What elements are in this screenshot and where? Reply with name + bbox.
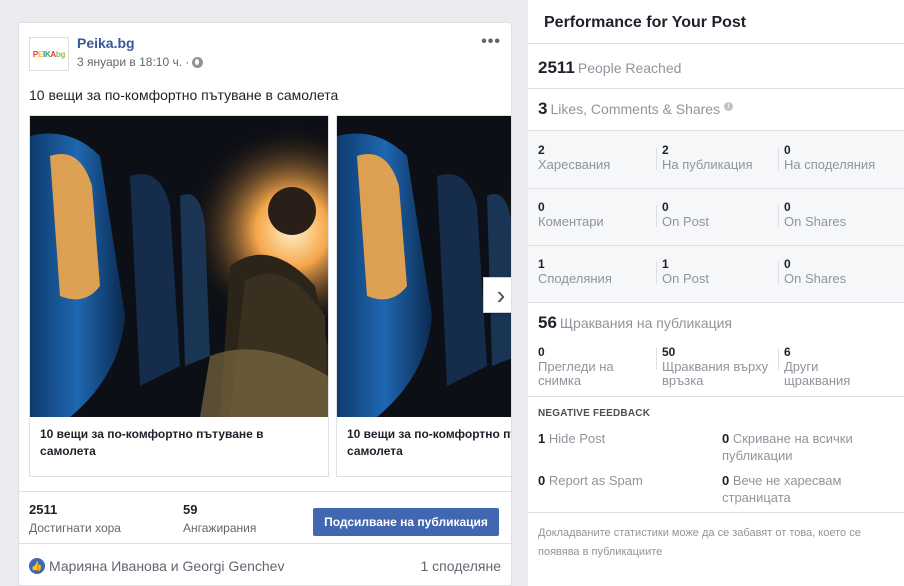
engagements-stat: 59 Ангажирания [183, 502, 256, 535]
comments-on-post: 0 On Post [662, 200, 709, 229]
post-clicks-value: 56 [538, 313, 557, 332]
post-meta: 3 януари в 18:10 ч. · [77, 55, 204, 69]
post-stats-row: 2511 Достигнати хора 59 Ангажирания Подс… [19, 491, 511, 543]
divider [528, 396, 904, 397]
engagements-value: 59 [183, 502, 198, 517]
likes-on-post: 2 На публикация [662, 143, 753, 172]
divider [528, 88, 904, 89]
reached-label: Достигнати хора [29, 521, 121, 535]
carousel: 10 вещи за по-комфортно пътуване в самол… [29, 115, 511, 477]
other-clicks: 6 Други щраквания [784, 345, 851, 388]
shares-on-post: 1 On Post [662, 257, 709, 286]
divider [528, 512, 904, 513]
negative-feedback-title: NEGATIVE FEEDBACK [538, 408, 651, 419]
post-clicks: 56 Щраквания на публикация [538, 313, 732, 333]
page-avatar[interactable]: P E I K Abg [29, 37, 69, 71]
comments-total: 0 Коментари [538, 200, 604, 229]
carousel-image[interactable] [30, 116, 328, 417]
engagements-label: Ангажирания [183, 521, 257, 535]
boost-post-button[interactable]: Подсилване на публикация [313, 508, 499, 536]
chevron-right-icon: › [496, 280, 506, 310]
carousel-card-title[interactable]: 10 вещи за по-комфортно пътуване в самол… [40, 426, 320, 460]
lcs-value: 3 [538, 99, 548, 118]
performance-title: Performance for Your Post [544, 14, 747, 31]
reactions-row: 👍 Марияна Иванова и Georgi Genchev 1 спо… [19, 543, 511, 585]
post-card: P E I K Abg Peika.bg 3 януари в 18:10 ч. · •… [18, 22, 512, 586]
post-clicks-label: Щраквания на публикация [559, 315, 732, 331]
divider [528, 302, 904, 303]
photo-views: 0 Прегледи на снимка [538, 345, 614, 388]
post-timestamp[interactable]: 3 януари в 18:10 ч. · [77, 55, 189, 69]
people-reached-label: People Reached [577, 60, 682, 76]
carousel-image[interactable] [337, 116, 511, 417]
post-header: P E I K Abg Peika.bg 3 януари в 18:10 ч. · •… [29, 33, 503, 77]
likes-total: 2 Харесвания [538, 143, 611, 172]
like-reaction-icon: 👍 [29, 558, 45, 574]
globe-icon [192, 56, 204, 68]
more-options-icon[interactable]: ••• [481, 33, 501, 51]
report-spam-stat: 0 Report as Spam [538, 473, 643, 488]
carousel-card[interactable]: 10 вещи за по-комфортно пътуване в самол… [29, 115, 329, 477]
divider [528, 43, 904, 44]
people-reached: 2511 People Reached [538, 58, 681, 78]
unlike-page-stat: 0 Вече не харесвам страницата [722, 473, 842, 505]
shares-count-link[interactable]: 1 споделяне [421, 558, 502, 574]
link-clicks: 50 Щраквания върху връзка [662, 345, 769, 388]
lcs-label: Likes, Comments & Shares [550, 101, 721, 117]
reached-stat: 2511 Достигнати хора [29, 502, 121, 535]
hide-all-stat: 0 Скриване на всички публикации [722, 431, 853, 463]
people-reached-value: 2511 [538, 58, 575, 77]
shares-on-shares: 0 On Shares [784, 257, 847, 286]
reactors-link[interactable]: Марияна Иванова и Georgi Genchev [49, 558, 284, 574]
post-text: 10 вещи за по-комфортно пътуване в самол… [29, 87, 339, 103]
hide-post-stat: 1 Hide Post [538, 431, 606, 446]
reached-value: 2511 [29, 502, 58, 517]
likes-comments-shares: 3 Likes, Comments & Shares i [538, 99, 733, 119]
carousel-next-button[interactable]: › [483, 277, 511, 313]
performance-panel: Performance for Your Post 2511 People Rea… [528, 0, 904, 586]
carousel-card-title[interactable]: 10 вещи за по-комфортно пътуване в самол… [347, 426, 511, 460]
likes-on-shares: 0 На споделяния [784, 143, 876, 172]
comments-on-shares: 0 On Shares [784, 200, 847, 229]
stats-footnote: Докладваните статистики може да се забав… [538, 527, 861, 558]
page-name-link[interactable]: Peika.bg [77, 35, 135, 51]
shares-total: 1 Споделяния [538, 257, 612, 286]
info-icon[interactable]: i [723, 102, 733, 111]
